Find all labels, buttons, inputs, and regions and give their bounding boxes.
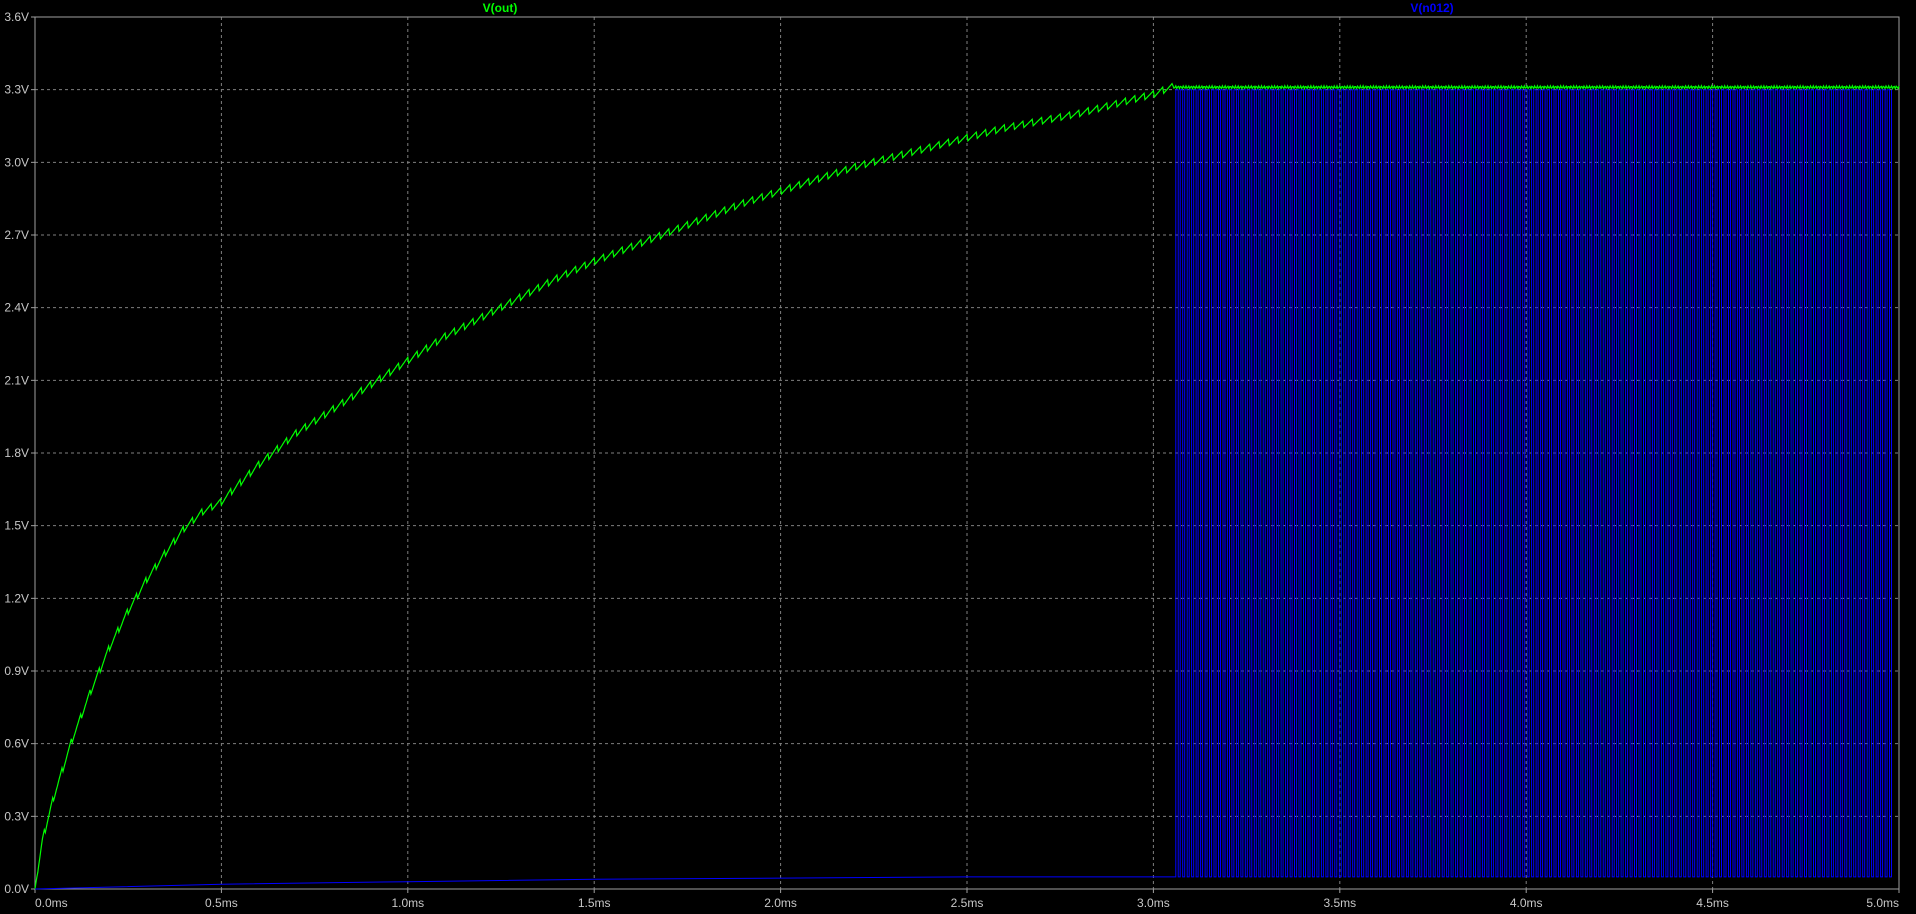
y-tick-label: 2.4V <box>4 301 29 315</box>
y-tick-label: 2.7V <box>4 228 29 242</box>
x-tick-label: 4.5ms <box>1696 896 1729 910</box>
y-tick-label: 0.6V <box>4 737 29 751</box>
y-tick-label: 0.3V <box>4 809 29 823</box>
y-tick-label: 0.9V <box>4 664 29 678</box>
x-tick-label: 0.0ms <box>35 896 68 910</box>
x-tick-label: 1.5ms <box>578 896 611 910</box>
trace-label-v-n012[interactable]: V(n012) <box>1410 1 1453 15</box>
y-tick-label: 2.1V <box>4 373 29 387</box>
x-tick-label: 5.0ms <box>1866 896 1899 910</box>
y-tick-label: 3.3V <box>4 83 29 97</box>
x-axis: 0.0ms 0.5ms 1.0ms 1.5ms 2.0ms 2.5ms 3.0ms 3.5ms… <box>34 889 1900 910</box>
y-tick-label: 3.6V <box>4 10 29 24</box>
x-tick-label: 3.0ms <box>1137 896 1170 910</box>
x-tick-label: 3.5ms <box>1323 896 1356 910</box>
y-tick-label: 0.0V <box>4 882 29 896</box>
y-axis: 0.0V 0.3V 0.6V 0.9V 1.2V 1.5V 1.8V 2.1V 2.4V 2.7V… <box>4 10 35 896</box>
y-tick-label: 3.0V <box>4 155 29 169</box>
x-tick-label: 4.0ms <box>1510 896 1543 910</box>
x-tick-label: 2.5ms <box>951 896 984 910</box>
x-tick-label: 1.0ms <box>391 896 424 910</box>
trace-label-v-out[interactable]: V(out) <box>483 1 518 15</box>
y-tick-label: 1.2V <box>4 591 29 605</box>
y-tick-label: 1.8V <box>4 446 29 460</box>
x-tick-label: 2.0ms <box>764 896 797 910</box>
series-v-n012-line[interactable] <box>34 89 1892 890</box>
y-tick-label: 1.5V <box>4 519 29 533</box>
x-tick-label: 0.5ms <box>205 896 238 910</box>
grid <box>35 17 1899 889</box>
waveform-plot[interactable]: 0.0V 0.3V 0.6V 0.9V 1.2V 1.5V 1.8V 2.1V 2.4V 2.7V… <box>0 0 1916 914</box>
